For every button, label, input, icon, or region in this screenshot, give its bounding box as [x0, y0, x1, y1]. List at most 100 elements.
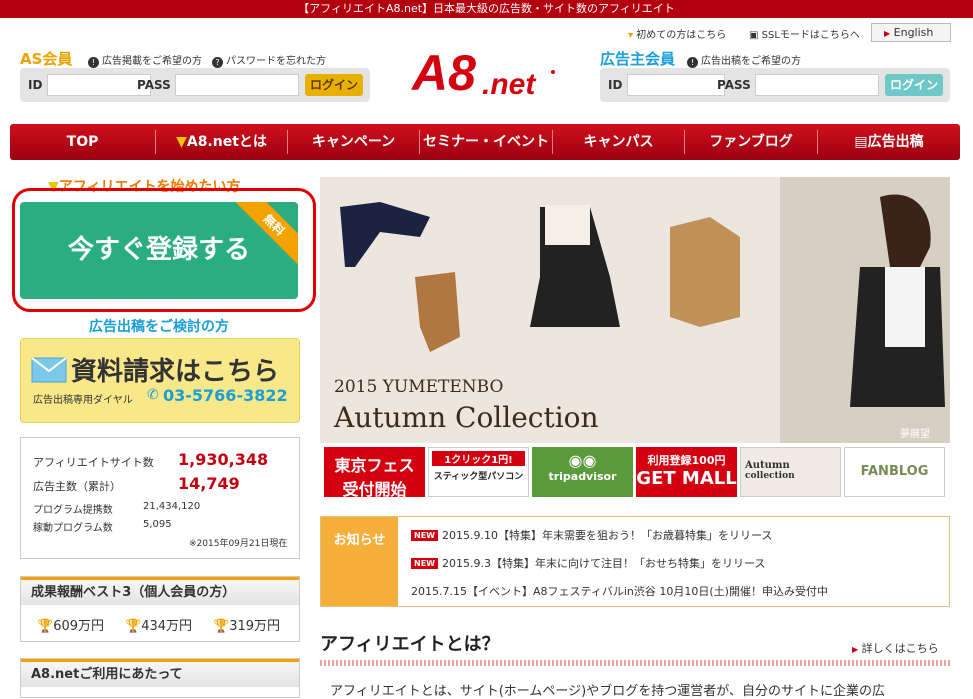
news-label: お知らせ [321, 517, 398, 606]
register-label: 今すぐ登録する [67, 235, 250, 265]
thumb-line1: tripadvisor [548, 470, 617, 483]
news-item[interactable]: NEW 2015.9.10【特集】年末需要を狙おう！「お歳暮特集」をリリース [411, 527, 772, 543]
nav-seminar[interactable]: セミナー・イベント [420, 124, 552, 160]
first-time-label: 初めての方はこちら [636, 30, 727, 41]
doc-sub: 広告出稿専用ダイヤル [33, 395, 133, 406]
thumb-fanblog[interactable]: FANBLOG [844, 447, 945, 497]
nav-campus[interactable]: キャンパス [553, 124, 684, 160]
best3-gold: 🏆609万円 [37, 615, 104, 634]
doc-title: 資料請求はこちら [71, 357, 280, 387]
ssl-link[interactable]: ▣ SSLモードはこちらへ [749, 26, 860, 41]
advertiser-login-button[interactable]: ログイン [885, 74, 943, 96]
nav-about-label: A8.netとは [186, 134, 267, 150]
nav-about[interactable]: ▼A8.netとは [156, 124, 287, 160]
thumb-line2: collection [745, 471, 795, 481]
about-more-link[interactable]: ▶ 詳しくはこちら [852, 640, 939, 656]
thumb-line1: 東京フェス [334, 456, 415, 475]
news-item[interactable]: NEW 2015.9.3【特集】年末に向けて注目！「おせち特集」をリリース [411, 555, 765, 571]
new-badge: NEW [411, 558, 438, 569]
active-label: 稼動プログラム数 [33, 523, 113, 534]
arrow-right-icon: ▶ [852, 645, 859, 654]
news-item-text: 2015.9.3【特集】年末に向けて注目！「おせち特集」をリリース [441, 557, 766, 570]
best3-gold-value: 609万円 [53, 619, 105, 634]
exclamation-icon: ! [88, 57, 99, 68]
active-value: 5,095 [143, 519, 172, 530]
ads-value: 14,749 [178, 474, 240, 493]
nav-fanblog[interactable]: ファンブログ [685, 124, 817, 160]
main-nav: TOP ▼A8.netとは キャンペーン セミナー・イベント キャンパス ファン… [10, 124, 960, 160]
news-item[interactable]: 2015.7.15【イベント】A8フェスティバルin渋谷 10月10日(土)開催… [411, 583, 828, 599]
beginner-mark-icon: ▼ [176, 134, 187, 150]
news-box: お知らせ NEW 2015.9.10【特集】年末需要を狙おう！「お歳暮特集」をリリ… [320, 516, 950, 607]
thumb-line1: 利用登録100円 [647, 454, 726, 467]
leaf-icon: ▾ [628, 30, 634, 41]
best3-title: 成果報酬ベスト3（個人会員の方） [21, 577, 299, 605]
ad-placement-label: 広告出稿をご希望の方 [701, 56, 801, 67]
programs-label: プログラム提携数 [33, 505, 113, 516]
first-time-link[interactable]: ▾ 初めての方はこちら [628, 26, 726, 41]
document-request-banner[interactable]: 資料請求はこちら 広告出稿専用ダイヤル ✆ 03-5766-3822 [20, 338, 300, 423]
document-icon: ▤ [854, 134, 868, 150]
advertiser-id-input[interactable] [627, 74, 725, 96]
about-title: アフィリエイトとは？ [320, 634, 500, 655]
as-login-box: ID PASS ログイン [20, 68, 370, 102]
ad-placement-link[interactable]: ! 広告出稿をご希望の方 [687, 52, 801, 68]
doc-phone: 03-5766-3822 [163, 386, 288, 405]
best3-box: 成果報酬ベスト3（個人会員の方） 🏆609万円 🏆434万円 🏆319万円 [20, 576, 300, 642]
as-of-date: ※2015年09月21日現在 [189, 539, 288, 549]
id-label: ID [28, 78, 43, 92]
owl-icon: ◉◉ [568, 451, 597, 470]
thumb-line2: GET MALL [636, 468, 737, 489]
best3-silver: 🏆434万円 [125, 615, 192, 634]
news-item-text: 2015.9.10【特集】年末需要を狙おう！「お歳暮特集」をリリース [441, 529, 773, 542]
thumb-stick-pc[interactable]: 1クリック1円! スティック型パソコン [428, 447, 529, 497]
nav-campaign[interactable]: キャンペーン [288, 124, 419, 160]
nav-advertise-label: 広告出稿 [867, 134, 924, 150]
banner-brand: 夢展望 [900, 429, 930, 440]
thumb-autumn[interactable]: Autumn collection [740, 447, 841, 497]
hero-banner[interactable]: 2015 YUMETENBO Autumn Collection 夢展望 [320, 177, 950, 443]
logo-a8-text: A8 [410, 45, 476, 101]
mail-icon [31, 357, 67, 383]
advertiser-login-box: ID PASS ログイン [600, 68, 950, 102]
usage-title: A8.netご利用にあたって [21, 659, 299, 687]
stats-box: アフィリエイトサイト数 1,930,348 広告主数（累計） 14,749 プロ… [20, 437, 300, 559]
banner-line2: Autumn Collection [334, 401, 599, 434]
register-button[interactable]: 今すぐ登録する 無料 [20, 202, 298, 299]
thumb-getmall[interactable]: 利用登録100円 GET MALL [636, 447, 737, 497]
nav-advertise[interactable]: ▤広告出稿 [818, 124, 960, 160]
best3-silver-value: 434万円 [141, 619, 193, 634]
banner-line1: 2015 YUMETENBO [334, 377, 504, 397]
consider-ad-caption: 広告出稿をご検討の方 [89, 319, 229, 335]
logo-net-text: .net [482, 68, 537, 101]
ad-request-label: 広告掲載をご希望の方 [102, 56, 202, 67]
thumb-tripadvisor[interactable]: ◉◉ tripadvisor [532, 447, 633, 497]
best3-bronze: 🏆319万円 [213, 615, 280, 634]
pass-label: PASS [717, 78, 751, 92]
about-text: アフィリエイトとは、サイト(ホームページ)やブログを持つ運営者が、自分のサイトに… [330, 684, 885, 699]
as-login-button[interactable]: ログイン [305, 74, 363, 96]
new-badge: NEW [411, 530, 438, 541]
english-button[interactable]: ▶ English [871, 23, 951, 42]
forgot-password-link[interactable]: ? パスワードを忘れた方 [212, 52, 326, 68]
thumb-line2: 受付開始 [342, 480, 407, 497]
usage-box: A8.netご利用にあたって [20, 658, 300, 698]
exclamation-icon: ! [687, 57, 698, 68]
sites-value: 1,930,348 [178, 450, 269, 469]
a8-logo[interactable]: A8 .net [410, 38, 560, 104]
as-id-input[interactable] [47, 74, 151, 96]
thumb-line1: 1クリック1円! [432, 451, 525, 466]
thumb-tokyo-fes[interactable]: 東京フェス 受付開始 [324, 447, 425, 497]
ssl-label: SSLモードはこちらへ [761, 30, 860, 41]
about-more-label: 詳しくはこちら [861, 642, 939, 655]
as-pass-input[interactable] [175, 74, 299, 96]
phone-icon: ✆ [147, 387, 159, 403]
id-label: ID [608, 78, 623, 92]
advertiser-pass-input[interactable] [755, 74, 879, 96]
programs-value: 21,434,120 [143, 501, 201, 512]
nav-top[interactable]: TOP [10, 124, 155, 160]
pass-label: PASS [137, 78, 171, 92]
advertiser-title: 広告主会員 [600, 50, 676, 68]
about-divider [320, 660, 950, 666]
ad-request-link[interactable]: ! 広告掲載をご希望の方 [88, 52, 202, 68]
